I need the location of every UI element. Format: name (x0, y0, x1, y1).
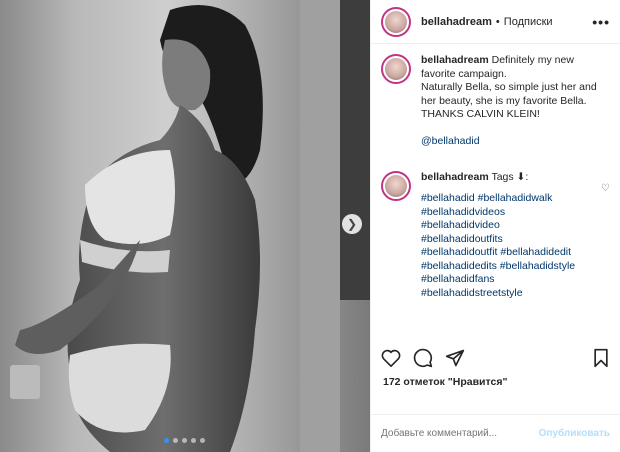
comment-icon[interactable] (413, 348, 433, 368)
comment-like-heart-icon[interactable]: ♡ (601, 171, 610, 301)
carousel-dot (200, 438, 205, 443)
hashtag-line[interactable]: #bellahadidfans (421, 273, 575, 287)
post-actions (381, 345, 610, 371)
photo-illustration (10, 0, 370, 452)
caption-line: THANKS CALVIN KLEIN! (421, 108, 540, 120)
carousel-dot (173, 438, 178, 443)
chevron-right-icon: ❯ (346, 217, 358, 231)
tags-comment-text: Tags ⬇: (491, 170, 529, 183)
add-comment-bar: Опубликовать (371, 414, 620, 452)
hashtag-line[interactable]: #bellahadidoutfits (421, 233, 575, 247)
heart-icon[interactable] (381, 349, 401, 367)
comment-input[interactable] (381, 428, 539, 439)
hashtag-line[interactable]: #bellahadidstreetstyle (421, 287, 575, 301)
author-username[interactable]: bellahadream (421, 16, 492, 28)
hashtag-line[interactable]: #bellahadidvideo (421, 219, 575, 233)
bookmark-icon[interactable] (592, 348, 610, 368)
more-options-icon[interactable]: ••• (592, 14, 610, 30)
likes-count[interactable]: 172 отметок "Нравится" (383, 376, 507, 388)
carousel-dot (182, 438, 187, 443)
follow-status-button[interactable]: Подписки (504, 16, 553, 28)
caption-username[interactable]: bellahadream (421, 54, 489, 66)
post-photo[interactable]: ❯ (0, 0, 370, 452)
tags-comment: bellahadream Tags ⬇: #bellahadid #bellah… (381, 170, 610, 301)
hashtag-line[interactable]: #bellahadidedits #bellahadidstyle (421, 260, 575, 274)
tags-comment-avatar[interactable] (381, 170, 411, 201)
caption-comment: bellahadream Definitely my new favorite … (381, 54, 610, 149)
next-photo-button[interactable]: ❯ (342, 214, 362, 234)
caption-avatar[interactable] (381, 54, 411, 84)
publish-button[interactable]: Опубликовать (539, 428, 610, 439)
carousel-dot (164, 438, 169, 443)
caption-line: Naturally Bella, so simple just her and (421, 81, 597, 93)
separator-dot: • (495, 15, 500, 28)
hashtag-line[interactable]: #bellahadid #bellahadidwalk (421, 192, 575, 206)
hashtag-line[interactable]: #bellahadidoutfit #bellahadidedit (421, 246, 575, 260)
carousel-dot (191, 438, 196, 443)
post-sidebar: bellahadream • Подписки ••• bellahadream… (370, 0, 620, 452)
author-avatar[interactable] (381, 6, 411, 37)
hashtag-line[interactable]: #bellahadidvideos (421, 206, 575, 220)
tags-comment-username[interactable]: bellahadream (421, 171, 489, 183)
caption-line: favorite campaign. (421, 67, 507, 80)
caption-line: her beauty, she is my favorite Bella. (421, 94, 587, 107)
comments-list[interactable]: bellahadream Definitely my new favorite … (381, 54, 610, 334)
post-header: bellahadream • Подписки ••• (371, 0, 620, 44)
caption-line: Definitely my new (491, 54, 574, 66)
carousel-dots (164, 438, 205, 443)
share-icon[interactable] (445, 348, 465, 368)
mention-link[interactable]: @bellahadid (421, 135, 480, 147)
